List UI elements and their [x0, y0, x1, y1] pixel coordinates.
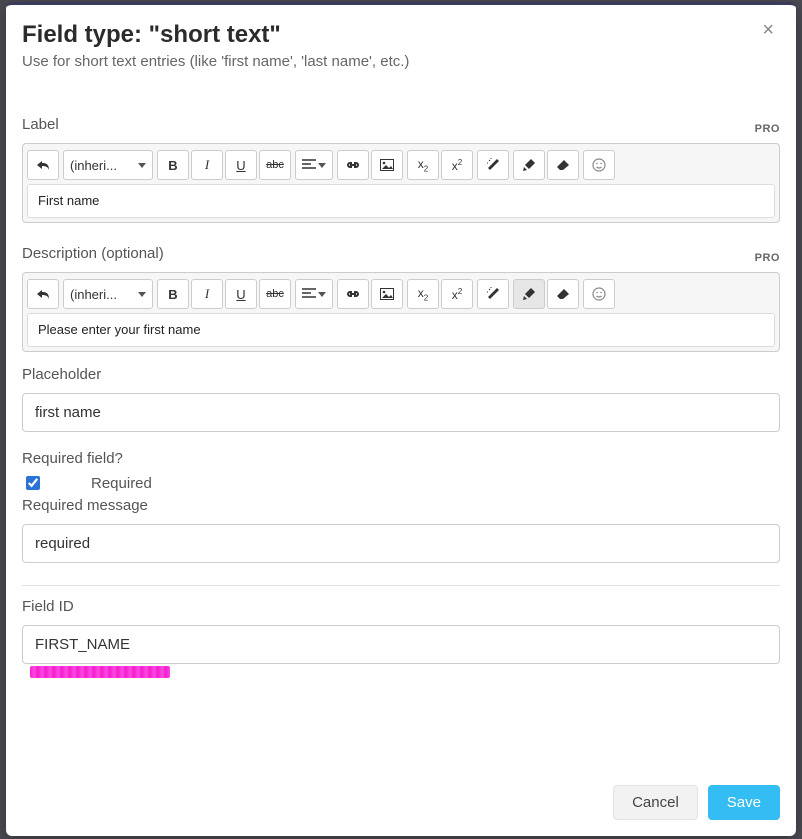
undo-button[interactable]	[27, 279, 59, 309]
required-message-label: Required message	[22, 497, 780, 514]
field-settings-modal: × Field type: "short text" Use for short…	[6, 2, 796, 836]
field-id-label: Field ID	[22, 598, 780, 615]
field-id-input[interactable]	[22, 625, 780, 664]
save-button[interactable]: Save	[708, 785, 780, 820]
paint-brush-icon	[522, 158, 536, 172]
align-button[interactable]	[295, 279, 333, 309]
image-icon	[380, 159, 394, 171]
description-header-row: Description (optional) PRO	[22, 233, 780, 268]
underline-button[interactable]: U	[225, 279, 257, 309]
placeholder-label: Placeholder	[22, 366, 780, 383]
magic-wand-icon	[486, 158, 500, 172]
italic-button[interactable]: I	[191, 279, 223, 309]
chevron-down-icon	[138, 163, 146, 168]
divider	[22, 585, 780, 586]
superscript-button[interactable]: x2	[441, 150, 473, 180]
magic-wand-icon	[486, 287, 500, 301]
clear-format-button[interactable]	[477, 279, 509, 309]
undo-icon	[36, 159, 50, 171]
paint-format-button[interactable]	[513, 150, 545, 180]
modal-footer: Cancel Save	[6, 773, 796, 836]
description-toolbar: (inheri... B I U abc	[27, 277, 775, 313]
required-row: Required	[22, 473, 780, 493]
redacted-text	[30, 666, 170, 678]
modal-subtitle: Use for short text entries (like 'first …	[22, 53, 780, 70]
placeholder-input[interactable]	[22, 393, 780, 432]
eraser-button[interactable]	[547, 279, 579, 309]
link-icon	[345, 160, 361, 170]
undo-button[interactable]	[27, 150, 59, 180]
align-icon	[302, 288, 316, 300]
label-editor: (inheri... B I U abc	[22, 143, 780, 223]
description-content[interactable]: Please enter your first name	[27, 313, 775, 347]
eraser-icon	[556, 159, 570, 171]
eraser-icon	[556, 288, 570, 300]
chevron-down-icon	[138, 292, 146, 297]
align-button[interactable]	[295, 150, 333, 180]
image-button[interactable]	[371, 150, 403, 180]
cancel-button[interactable]: Cancel	[613, 785, 698, 820]
link-button[interactable]	[337, 150, 369, 180]
subscript-button[interactable]: x2	[407, 150, 439, 180]
strikethrough-button[interactable]: abc	[259, 279, 291, 309]
link-button[interactable]	[337, 279, 369, 309]
close-button[interactable]: ×	[756, 19, 780, 41]
image-icon	[380, 288, 394, 300]
pro-badge: PRO	[755, 252, 780, 264]
smile-icon	[592, 287, 606, 301]
link-icon	[345, 289, 361, 299]
smile-icon	[592, 158, 606, 172]
description-editor: (inheri... B I U abc	[22, 272, 780, 352]
image-button[interactable]	[371, 279, 403, 309]
label-section-label: Label	[22, 116, 59, 133]
emoji-button[interactable]	[583, 150, 615, 180]
strikethrough-button[interactable]: abc	[259, 150, 291, 180]
underline-button[interactable]: U	[225, 150, 257, 180]
paint-brush-icon	[522, 287, 536, 301]
pro-badge: PRO	[755, 123, 780, 135]
emoji-button[interactable]	[583, 279, 615, 309]
clear-format-button[interactable]	[477, 150, 509, 180]
label-toolbar: (inheri... B I U abc	[27, 148, 775, 184]
font-family-value: (inheri...	[70, 287, 117, 302]
italic-button[interactable]: I	[191, 150, 223, 180]
eraser-button[interactable]	[547, 150, 579, 180]
font-family-select[interactable]: (inheri...	[63, 279, 153, 309]
modal-body: Field type: "short text" Use for short t…	[6, 5, 796, 773]
bold-button[interactable]: B	[157, 279, 189, 309]
label-header-row: Label PRO	[22, 104, 780, 139]
chevron-down-icon	[318, 163, 326, 168]
subscript-button[interactable]: x2	[407, 279, 439, 309]
undo-icon	[36, 288, 50, 300]
chevron-down-icon	[318, 292, 326, 297]
required-text: Required	[91, 475, 152, 492]
modal-title: Field type: "short text"	[22, 21, 780, 49]
font-family-value: (inheri...	[70, 158, 117, 173]
required-message-input[interactable]	[22, 524, 780, 563]
bold-button[interactable]: B	[157, 150, 189, 180]
required-checkbox[interactable]	[26, 476, 40, 490]
description-section-label: Description (optional)	[22, 245, 164, 262]
label-content[interactable]: First name	[27, 184, 775, 218]
required-field-label: Required field?	[22, 450, 780, 467]
font-family-select[interactable]: (inheri...	[63, 150, 153, 180]
superscript-button[interactable]: x2	[441, 279, 473, 309]
paint-format-button[interactable]	[513, 279, 545, 309]
align-icon	[302, 159, 316, 171]
